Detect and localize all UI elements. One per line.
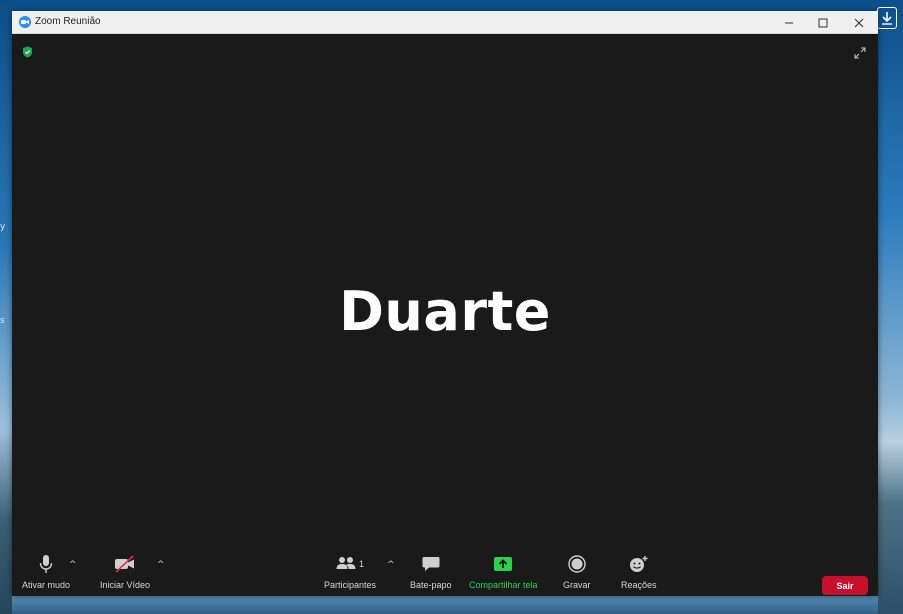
zoom-meeting-window: Zoom Reunião Duarte Ativar mudo ^ Inicia… <box>12 11 878 596</box>
record-icon <box>568 554 586 574</box>
video-label: Iniciar Vídeo <box>100 580 151 590</box>
desktop-right-strip <box>878 0 903 614</box>
reactions-label: Reações <box>621 580 657 590</box>
participants-button[interactable]: 1 Participantes <box>324 554 376 590</box>
taskbar-area <box>12 596 878 614</box>
maximize-button[interactable] <box>806 11 840 34</box>
download-icon[interactable] <box>877 7 897 29</box>
participants-icon-wrap: 1 <box>336 554 364 574</box>
video-off-icon <box>114 554 136 574</box>
title-bar[interactable]: Zoom Reunião <box>12 11 878 34</box>
minimize-button[interactable] <box>772 11 806 34</box>
desktop-mark: s <box>0 316 5 326</box>
chat-label: Bate-papo <box>410 580 452 590</box>
chat-icon <box>422 554 440 574</box>
mute-button[interactable]: Ativar mudo <box>22 554 70 590</box>
start-video-button[interactable]: Iniciar Vídeo <box>100 554 150 590</box>
microphone-icon <box>39 554 53 574</box>
share-screen-button[interactable]: Compartilhar tela <box>469 554 538 590</box>
share-label: Compartilhar tela <box>469 580 538 590</box>
share-screen-icon <box>494 554 513 574</box>
window-title: Zoom Reunião <box>35 16 101 27</box>
participants-label: Participantes <box>324 580 377 590</box>
shield-icon[interactable] <box>22 43 33 62</box>
participant-name: Duarte <box>339 280 551 343</box>
leave-button[interactable]: Sair <box>822 576 868 595</box>
desktop-left-strip: y s <box>0 0 12 614</box>
video-options-caret[interactable]: ^ <box>157 560 165 570</box>
chat-button[interactable]: Bate-papo <box>410 554 452 590</box>
reactions-button[interactable]: Reações <box>621 554 657 590</box>
audio-options-caret[interactable]: ^ <box>69 560 77 570</box>
expand-icon[interactable] <box>854 44 866 63</box>
mute-label: Ativar mudo <box>22 580 71 590</box>
smiley-plus-icon <box>629 554 649 574</box>
participants-count: 1 <box>359 559 365 569</box>
participants-options-caret[interactable]: ^ <box>387 560 395 570</box>
video-area: Duarte Ativar mudo ^ Iniciar Vídeo ^ 1 P… <box>12 34 878 596</box>
participants-icon <box>336 555 356 574</box>
zoom-logo-icon <box>19 16 31 28</box>
meeting-toolbar: Ativar mudo ^ Iniciar Vídeo ^ 1 Particip… <box>12 546 878 596</box>
record-button[interactable]: Gravar <box>563 554 591 590</box>
close-button[interactable] <box>842 11 876 34</box>
desktop-mark: y <box>0 222 6 232</box>
record-label: Gravar <box>563 580 591 590</box>
